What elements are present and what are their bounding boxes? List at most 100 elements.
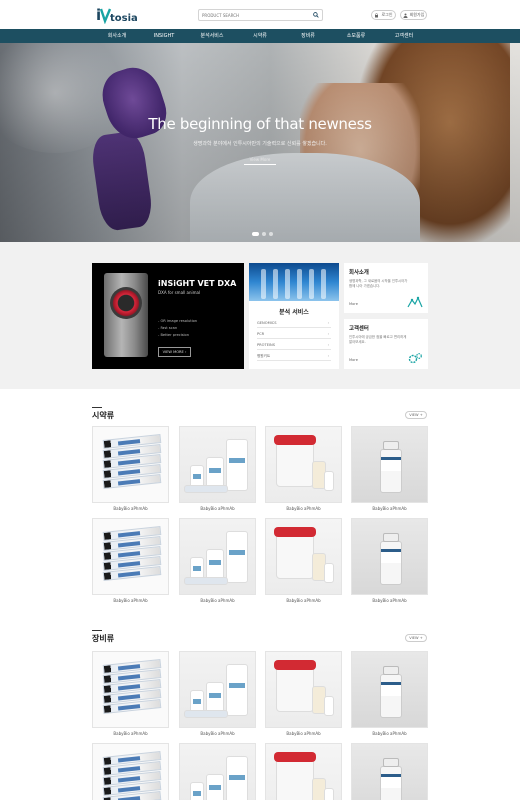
product-name[interactable]: BabyBio aPhmAb (92, 598, 169, 603)
product-card[interactable]: BabyBio aPhmAb (92, 743, 169, 800)
analysis-link-genomics[interactable]: GENOMICS › (257, 319, 331, 328)
hero-subtitle: 생명과학 분야에서 인투시아만의 기술력으로 신뢰를 쌓겠습니다. (193, 141, 327, 147)
join-button[interactable]: 회원가입 (400, 10, 427, 20)
product-card[interactable]: BabyBio aPhmAb (351, 743, 428, 800)
support-card-desc: 인투시아에 궁금한 점을 빠르고 편리하게 알아보세요. (349, 335, 407, 344)
product-card[interactable]: BabyBio aPhmAb (92, 426, 169, 516)
product-card[interactable]: BabyBio aPhmAb (265, 651, 342, 741)
product-image[interactable] (265, 743, 342, 800)
product-image[interactable] (265, 426, 342, 503)
company-card[interactable]: 회사소개 생명과학, 그 새로움의 시작을 인투시아가 함께 나아 가겠습니다.… (344, 263, 428, 313)
product-image[interactable] (179, 651, 256, 728)
product-name[interactable]: BabyBio aPhmAb (265, 731, 342, 736)
product-card[interactable]: BabyBio aPhmAb (351, 518, 428, 608)
promo-button-label: VIEW MORE (162, 350, 184, 354)
promo-card[interactable]: iNSiGHT VET DXA DXA for small animal - O… (92, 263, 244, 369)
product-name[interactable]: BabyBio aPhmAb (179, 598, 256, 603)
analysis-service-card: 분석 서비스 GENOMICS › PCR › PROTEINS › 병원키트 › (249, 263, 339, 369)
svg-text:tosia: tosia (110, 13, 138, 24)
analysis-link-label: PCR (257, 332, 265, 336)
product-image[interactable] (179, 426, 256, 503)
product-card[interactable]: BabyBio aPhmAb (179, 743, 256, 800)
support-card[interactable]: 고객센터 인투시아에 궁금한 점을 빠르고 편리하게 알아보세요. More (344, 319, 428, 369)
nav-item-insight[interactable]: INSIGHT (139, 29, 189, 43)
page: i tosia 로그인 회원가입 (0, 0, 520, 800)
lab-tubes-image (249, 263, 339, 301)
product-image[interactable] (265, 651, 342, 728)
product-image[interactable] (92, 426, 169, 503)
nav-item-company[interactable]: 회사소개 (92, 29, 142, 43)
product-image[interactable] (179, 518, 256, 595)
company-more-link[interactable]: More (349, 302, 358, 306)
promo-subtitle: DXA for small animal (158, 290, 201, 295)
product-name[interactable]: BabyBio aPhmAb (179, 506, 256, 511)
company-card-title: 회사소개 (349, 270, 369, 276)
feature-section: iNSiGHT VET DXA DXA for small animal - O… (0, 242, 520, 389)
product-card[interactable]: BabyBio aPhmAb (351, 426, 428, 516)
section-title-reagents: 시약류 (92, 411, 115, 420)
hero-more-link[interactable]: View More (244, 156, 276, 165)
login-button[interactable]: 로그인 (371, 10, 396, 20)
analysis-link-proteins[interactable]: PROTEINS › (257, 341, 331, 350)
product-name[interactable]: BabyBio aPhmAb (179, 731, 256, 736)
product-name[interactable]: BabyBio aPhmAb (351, 598, 428, 603)
product-image[interactable] (265, 518, 342, 595)
section-more-button[interactable]: VIEW + (405, 634, 427, 642)
product-card[interactable]: BabyBio aPhmAb (351, 651, 428, 741)
analysis-title: 분석 서비스 (279, 309, 309, 316)
product-image[interactable] (351, 651, 428, 728)
chevron-right-icon: › (327, 321, 329, 325)
slider-dot[interactable] (252, 232, 259, 236)
analysis-link-label: PROTEINS (257, 343, 275, 347)
nav-item-reagents[interactable]: 시약류 (235, 29, 285, 43)
chevron-right-icon: › (327, 343, 329, 347)
nav-item-analysis[interactable]: 분석서비스 (187, 29, 237, 43)
analysis-link-kits[interactable]: 병원키트 › (257, 352, 331, 361)
chevron-right-icon: › (184, 350, 187, 354)
search-input[interactable] (202, 11, 310, 20)
product-name[interactable]: BabyBio aPhmAb (92, 731, 169, 736)
search-icon[interactable] (313, 12, 319, 18)
support-more-link[interactable]: More (349, 358, 358, 362)
product-name[interactable]: BabyBio aPhmAb (92, 506, 169, 511)
product-card[interactable]: BabyBio aPhmAb (179, 518, 256, 608)
product-card[interactable]: BabyBio aPhmAb (92, 518, 169, 608)
product-card[interactable]: BabyBio aPhmAb (265, 518, 342, 608)
product-image[interactable] (179, 743, 256, 800)
promo-title: iNSiGHT VET DXA (158, 279, 237, 288)
hero-title: The beginning of that newness (148, 115, 372, 133)
lock-icon (375, 12, 379, 17)
product-name[interactable]: BabyBio aPhmAb (351, 731, 428, 736)
product-card[interactable]: BabyBio aPhmAb (92, 651, 169, 741)
product-card[interactable]: BabyBio aPhmAb (179, 651, 256, 741)
search-box (198, 9, 323, 21)
product-name[interactable]: BabyBio aPhmAb (265, 506, 342, 511)
section-title-equipment: 장비류 (92, 634, 115, 643)
product-card[interactable]: BabyBio aPhmAb (179, 426, 256, 516)
product-image[interactable] (351, 743, 428, 800)
product-image[interactable] (92, 518, 169, 595)
promo-view-more-button[interactable]: VIEW MORE › (158, 347, 191, 357)
nav-item-equipment[interactable]: 장비류 (283, 29, 333, 43)
chevron-right-icon: › (327, 332, 329, 336)
user-icon (403, 13, 408, 18)
product-image[interactable] (92, 651, 169, 728)
promo-feature: - Better precision (158, 333, 189, 337)
product-image[interactable] (351, 426, 428, 503)
section-more-button[interactable]: VIEW + (405, 411, 427, 419)
product-card[interactable]: BabyBio aPhmAb (265, 426, 342, 516)
product-image[interactable] (92, 743, 169, 800)
nav-item-consumables[interactable]: 소모품류 (331, 29, 381, 43)
product-image[interactable] (351, 518, 428, 595)
support-card-title: 고객센터 (349, 326, 369, 332)
product-card[interactable]: BabyBio aPhmAb (265, 743, 342, 800)
slider-dot[interactable] (269, 232, 273, 236)
product-name[interactable]: BabyBio aPhmAb (351, 506, 428, 511)
promo-feature: - OR image resolution (158, 319, 198, 323)
product-name[interactable]: BabyBio aPhmAb (265, 598, 342, 603)
nav-item-support[interactable]: 고객센터 (379, 29, 429, 43)
slider-dot[interactable] (262, 232, 266, 236)
gear-icon (408, 353, 422, 364)
analysis-link-pcr[interactable]: PCR › (257, 330, 331, 339)
site-logo[interactable]: i tosia (96, 6, 140, 25)
